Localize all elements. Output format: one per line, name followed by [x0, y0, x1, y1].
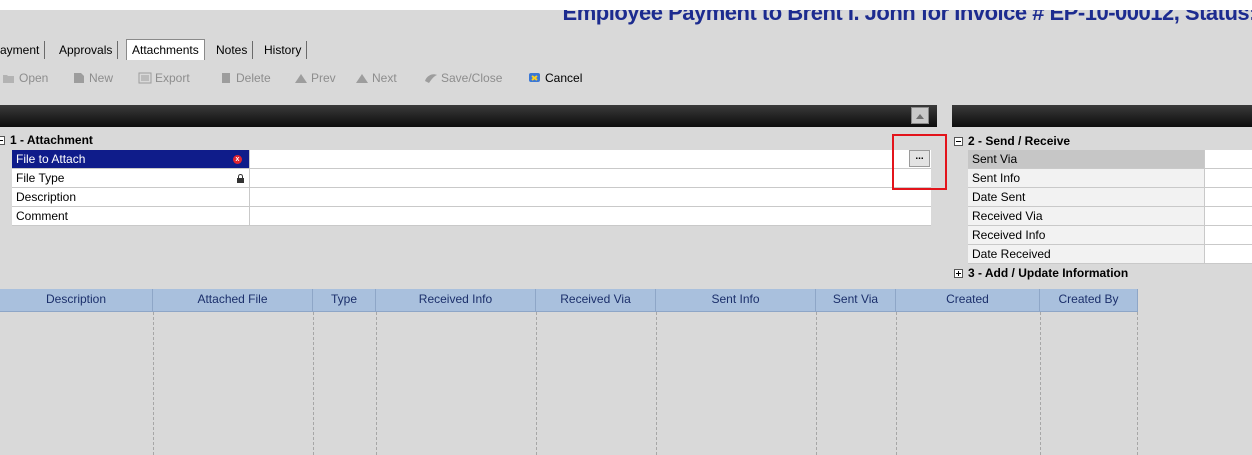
column-divider	[816, 312, 817, 455]
lock-icon	[237, 174, 244, 183]
column-header-received-info[interactable]: Received Info	[376, 289, 536, 311]
export-button[interactable]: Export	[138, 68, 190, 88]
comment-field[interactable]	[249, 207, 931, 226]
column-divider	[1137, 312, 1138, 455]
received-via-field[interactable]	[1204, 207, 1252, 226]
attachment-panel-header	[0, 105, 937, 127]
file-type-field[interactable]	[249, 169, 931, 188]
cancel-button[interactable]: Cancel	[528, 68, 582, 88]
column-header-sent-via[interactable]: Sent Via	[816, 289, 896, 311]
cancel-icon	[529, 73, 540, 82]
column-header-received-via[interactable]: Received Via	[536, 289, 656, 311]
property-label: File to Attach	[12, 150, 249, 169]
title-bar: Employee Payment to Brent I. John for In…	[0, 10, 1252, 38]
property-row-file-type[interactable]: File Type	[0, 169, 932, 188]
column-divider	[313, 312, 314, 455]
new-button[interactable]: New	[72, 68, 113, 88]
column-divider	[536, 312, 537, 455]
column-divider	[1040, 312, 1041, 455]
property-row-comment[interactable]: Comment	[0, 207, 932, 226]
tab-attachments[interactable]: Attachments	[126, 39, 205, 60]
column-header-created-by[interactable]: Created By	[1040, 289, 1138, 311]
property-label: Sent Info	[968, 169, 1204, 188]
sent-via-field[interactable]	[1204, 150, 1252, 169]
next-icon	[356, 74, 368, 83]
property-row-date-sent[interactable]: Date Sent	[952, 188, 1252, 207]
property-label: Description	[12, 188, 249, 207]
tab-payment[interactable]: ayment	[0, 41, 46, 59]
send-receive-panel-header	[952, 105, 1252, 127]
property-row-sent-via[interactable]: Sent Via	[952, 150, 1252, 169]
send-receive-section-header[interactable]: 2 - Send / Receive	[954, 133, 1070, 149]
attachments-table: Description Attached File Type Received …	[0, 289, 1138, 455]
description-field[interactable]	[249, 188, 931, 207]
new-icon	[74, 73, 84, 83]
column-divider	[656, 312, 657, 455]
tab-notes[interactable]: Notes	[211, 41, 254, 59]
property-row-description[interactable]: Description	[0, 188, 932, 207]
property-label: Received Via	[968, 207, 1204, 226]
required-error-icon: x	[233, 155, 242, 164]
delete-button[interactable]: Delete	[219, 68, 271, 88]
collapse-panel-button[interactable]	[911, 107, 929, 124]
property-label: Received Info	[968, 226, 1204, 245]
toolbar: Open New Export Delete Prev Next Save/Cl…	[0, 66, 800, 90]
next-button[interactable]: Next	[355, 68, 397, 88]
tab-history[interactable]: History	[259, 41, 308, 59]
property-label: File Type	[12, 169, 249, 188]
column-divider	[376, 312, 377, 455]
highlight-box	[892, 134, 947, 190]
tab-approvals[interactable]: Approvals	[54, 41, 119, 59]
collapse-section-icon[interactable]	[0, 136, 5, 145]
received-info-field[interactable]	[1204, 226, 1252, 245]
property-label: Sent Via	[968, 150, 1204, 169]
save-close-button[interactable]: Save/Close	[424, 68, 502, 88]
column-header-attached-file[interactable]: Attached File	[153, 289, 313, 311]
column-divider	[896, 312, 897, 455]
prev-icon	[295, 74, 307, 83]
column-header-type[interactable]: Type	[313, 289, 376, 311]
property-label: Date Sent	[968, 188, 1204, 207]
date-received-field[interactable]	[1204, 245, 1252, 264]
file-to-attach-field[interactable]	[249, 150, 931, 169]
property-row-received-info[interactable]: Received Info	[952, 226, 1252, 245]
prev-button[interactable]: Prev	[294, 68, 336, 88]
column-header-description[interactable]: Description	[0, 289, 153, 311]
collapse-section-icon[interactable]	[954, 137, 963, 146]
sent-info-field[interactable]	[1204, 169, 1252, 188]
send-receive-property-grid: 2 - Send / Receive Sent Via Sent Info Da…	[952, 132, 1252, 284]
update-section-header[interactable]: 3 - Add / Update Information	[954, 265, 1128, 281]
attachment-property-grid: 1 - Attachment File to Attach x File Typ…	[0, 132, 932, 228]
top-strip	[0, 0, 1252, 10]
open-icon	[3, 75, 14, 83]
page-title: Employee Payment to Brent I. John for In…	[562, 10, 1252, 25]
property-row-received-via[interactable]: Received Via	[952, 207, 1252, 226]
column-header-created[interactable]: Created	[896, 289, 1040, 311]
column-header-sent-info[interactable]: Sent Info	[656, 289, 816, 311]
expand-section-icon[interactable]	[954, 269, 963, 278]
property-label: Comment	[12, 207, 249, 226]
open-button[interactable]: Open	[2, 68, 48, 88]
attachment-section-header[interactable]: 1 - Attachment	[0, 132, 93, 148]
property-row-date-received[interactable]: Date Received	[952, 245, 1252, 264]
table-header: Description Attached File Type Received …	[0, 289, 1138, 312]
delete-icon	[222, 73, 230, 83]
property-row-file-to-attach[interactable]: File to Attach x	[0, 150, 932, 169]
date-sent-field[interactable]	[1204, 188, 1252, 207]
property-label: Date Received	[968, 245, 1204, 264]
export-icon	[138, 72, 152, 84]
save-close-icon	[425, 74, 437, 83]
column-divider	[153, 312, 154, 455]
property-row-sent-info[interactable]: Sent Info	[952, 169, 1252, 188]
